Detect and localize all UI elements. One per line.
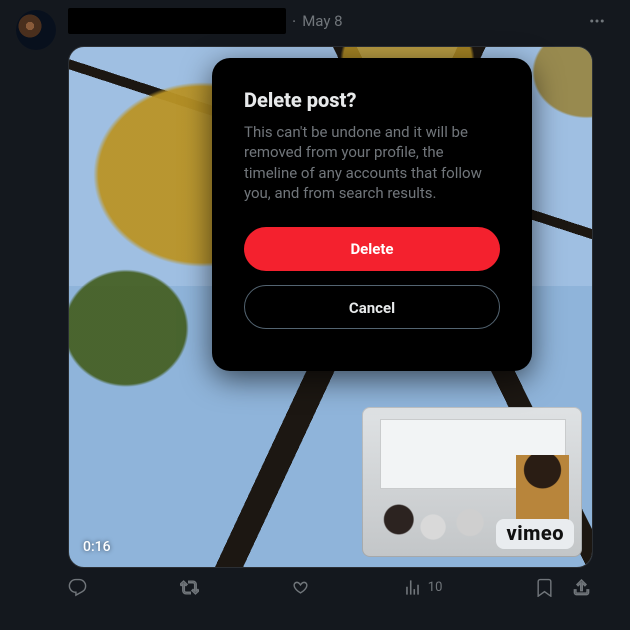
views-count: 10 <box>428 580 443 595</box>
dialog-title: Delete post? <box>244 88 500 112</box>
video-duration-badge: 0:16 <box>83 539 111 555</box>
video-pip-overlay: vimeo <box>362 407 582 557</box>
post-container: · May 8 0:16 vimeo <box>0 0 630 630</box>
avatar[interactable] <box>16 10 56 50</box>
post-date[interactable]: May 8 <box>302 12 342 30</box>
views-button[interactable]: 10 <box>403 578 443 597</box>
vimeo-badge: vimeo <box>496 519 574 549</box>
post-header: · May 8 <box>68 10 614 32</box>
share-icon <box>572 578 591 597</box>
ellipsis-icon <box>588 12 606 30</box>
bookmark-button[interactable] <box>535 578 554 597</box>
separator-dot: · <box>292 12 296 31</box>
trailing-actions <box>535 578 591 597</box>
views-icon <box>403 578 422 597</box>
delete-button[interactable]: Delete <box>244 227 500 271</box>
repost-button[interactable] <box>180 578 199 597</box>
bookmark-icon <box>535 578 554 597</box>
cancel-button[interactable]: Cancel <box>244 285 500 329</box>
more-options-button[interactable] <box>580 4 614 38</box>
reply-icon <box>68 578 87 597</box>
heart-icon <box>291 578 310 597</box>
repost-icon <box>180 578 199 597</box>
reply-button[interactable] <box>68 578 87 597</box>
share-button[interactable] <box>572 578 591 597</box>
post-action-bar: 10 <box>68 578 591 597</box>
dialog-body: This can't be undone and it will be remo… <box>244 122 500 203</box>
author-name-redacted[interactable] <box>68 8 286 34</box>
like-button[interactable] <box>291 578 310 597</box>
delete-post-dialog: Delete post? This can't be undone and it… <box>212 58 532 371</box>
